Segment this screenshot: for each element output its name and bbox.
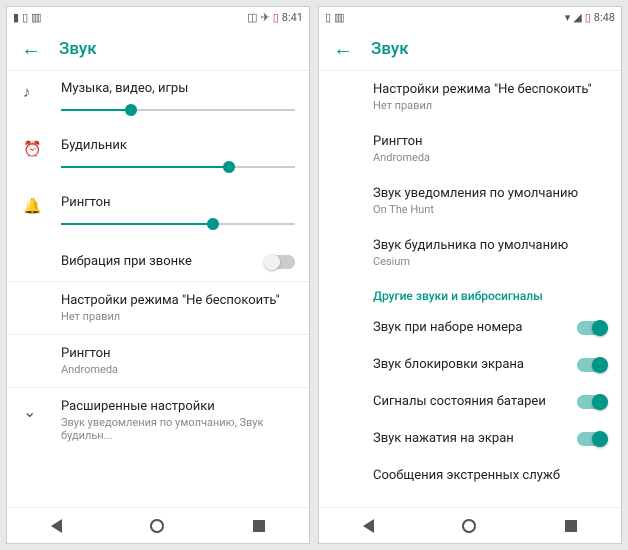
battery-low-icon: ▯ bbox=[585, 11, 591, 24]
section-header: Другие звуки и вибросигналы bbox=[319, 279, 621, 309]
emergency-row[interactable]: Сообщения экстренных служб bbox=[319, 457, 621, 494]
back-icon[interactable]: ← bbox=[21, 36, 41, 61]
nav-home-icon[interactable] bbox=[150, 519, 164, 533]
sd-icon: ▥ bbox=[334, 11, 344, 24]
nav-recent-icon[interactable] bbox=[565, 520, 577, 532]
slider-label: Рингтон bbox=[61, 195, 295, 210]
alarm-clock-icon: ⏰ bbox=[23, 140, 42, 158]
row-sub: On The Hunt bbox=[373, 203, 607, 216]
row-title: Рингтон bbox=[373, 134, 607, 149]
row-title: Звук будильника по умолчанию bbox=[373, 238, 607, 253]
phone-left: ▮ ▯ ▥ ◫ ✈ ▯ 8:41 ← Звук ♪ Музыка, видео,… bbox=[6, 6, 310, 544]
toggle-tap-sound[interactable]: Звук нажатия на экран bbox=[319, 420, 621, 457]
row-title: Сообщения экстренных служб bbox=[373, 468, 607, 483]
clock: 8:48 bbox=[594, 11, 615, 24]
status-bar: ▮ ▯ ▥ ◫ ✈ ▯ 8:41 bbox=[7, 7, 309, 27]
row-title: Настройки режима "Не беспокоить" bbox=[373, 82, 607, 97]
app-bar: ← Звук bbox=[7, 27, 309, 71]
battery-low-icon: ▯ bbox=[273, 11, 279, 24]
wifi-icon: ▾ bbox=[565, 11, 571, 24]
dnd-row[interactable]: Настройки режима "Не беспокоить" Нет пра… bbox=[319, 71, 621, 123]
dnd-row[interactable]: Настройки режима "Не беспокоить" Нет пра… bbox=[7, 282, 309, 334]
battery-icon: ▮ bbox=[13, 11, 19, 24]
nav-bar bbox=[319, 507, 621, 543]
chevron-down-icon: ⌄ bbox=[23, 402, 36, 421]
slider-alarm[interactable]: ⏰ Будильник bbox=[7, 128, 309, 185]
alarm-volume-slider[interactable] bbox=[61, 159, 295, 175]
row-sub: Нет правил bbox=[373, 99, 607, 112]
sim-icon: ▯ bbox=[325, 11, 331, 24]
toggle-label: Звук нажатия на экран bbox=[373, 431, 577, 446]
bell-icon: 🔔 bbox=[23, 197, 42, 215]
row-sub: Cesium bbox=[373, 255, 607, 268]
nav-bar bbox=[7, 507, 309, 543]
airplane-icon: ✈ bbox=[261, 11, 270, 24]
notification-sound-row[interactable]: Звук уведомления по умолчанию On The Hun… bbox=[319, 175, 621, 227]
vibration-switch[interactable] bbox=[265, 255, 295, 269]
toggle-switch[interactable] bbox=[577, 321, 607, 335]
sd-icon: ▥ bbox=[31, 11, 41, 24]
ringtone-title: Рингтон bbox=[61, 346, 295, 361]
toggle-label: Звук при наборе номера bbox=[373, 320, 577, 335]
signal-icon: ◢ bbox=[573, 11, 581, 24]
ringtone-volume-slider[interactable] bbox=[61, 216, 295, 232]
toggle-lock-sound[interactable]: Звук блокировки экрана bbox=[319, 346, 621, 383]
phone-right: ▯ ▥ ▾ ◢ ▯ 8:48 ← Звук Настройки режима "… bbox=[318, 6, 622, 544]
dnd-sub: Нет правил bbox=[61, 310, 295, 323]
ringtone-row[interactable]: Рингтон Andromeda bbox=[7, 335, 309, 387]
nav-back-icon[interactable] bbox=[51, 519, 62, 533]
content-area: Настройки режима "Не беспокоить" Нет пра… bbox=[319, 71, 621, 507]
sim-icon: ▯ bbox=[22, 11, 28, 24]
dnd-title: Настройки режима "Не беспокоить" bbox=[61, 293, 295, 308]
status-bar: ▯ ▥ ▾ ◢ ▯ 8:48 bbox=[319, 7, 621, 27]
advanced-title: Расширенные настройки bbox=[61, 399, 295, 414]
ringtone-row[interactable]: Рингтон Andromeda bbox=[319, 123, 621, 175]
back-icon[interactable]: ← bbox=[333, 36, 353, 61]
row-title: Звук уведомления по умолчанию bbox=[373, 186, 607, 201]
row-sub: Andromeda bbox=[373, 151, 607, 164]
no-signal-icon: ◫ bbox=[247, 11, 257, 24]
nav-back-icon[interactable] bbox=[363, 519, 374, 533]
alarm-sound-row[interactable]: Звук будильника по умолчанию Cesium bbox=[319, 227, 621, 279]
page-title: Звук bbox=[59, 39, 97, 59]
nav-recent-icon[interactable] bbox=[253, 520, 265, 532]
vibration-label: Вибрация при звонке bbox=[61, 254, 265, 269]
advanced-sub: Звук уведомления по умолчанию, Звук буди… bbox=[61, 416, 295, 442]
media-volume-slider[interactable] bbox=[61, 102, 295, 118]
slider-ringtone[interactable]: 🔔 Рингтон bbox=[7, 185, 309, 242]
app-bar: ← Звук bbox=[319, 27, 621, 71]
toggle-switch[interactable] bbox=[577, 358, 607, 372]
toggle-dial-sound[interactable]: Звук при наборе номера bbox=[319, 309, 621, 346]
slider-label: Будильник bbox=[61, 138, 295, 153]
vibration-row[interactable]: Вибрация при звонке bbox=[7, 242, 309, 281]
ringtone-sub: Andromeda bbox=[61, 363, 295, 376]
page-title: Звук bbox=[371, 39, 409, 59]
advanced-row[interactable]: ⌄ Расширенные настройки Звук уведомления… bbox=[7, 388, 309, 453]
content-area: ♪ Музыка, видео, игры ⏰ Будильник 🔔 Ринг… bbox=[7, 71, 309, 507]
toggle-battery-signal[interactable]: Сигналы состояния батареи bbox=[319, 383, 621, 420]
toggle-label: Звук блокировки экрана bbox=[373, 357, 577, 372]
slider-label: Музыка, видео, игры bbox=[61, 81, 295, 96]
toggle-switch[interactable] bbox=[577, 395, 607, 409]
toggle-switch[interactable] bbox=[577, 432, 607, 446]
music-note-icon: ♪ bbox=[23, 83, 31, 101]
clock: 8:41 bbox=[282, 11, 303, 24]
toggle-label: Сигналы состояния батареи bbox=[373, 394, 577, 409]
slider-media[interactable]: ♪ Музыка, видео, игры bbox=[7, 71, 309, 128]
nav-home-icon[interactable] bbox=[462, 519, 476, 533]
